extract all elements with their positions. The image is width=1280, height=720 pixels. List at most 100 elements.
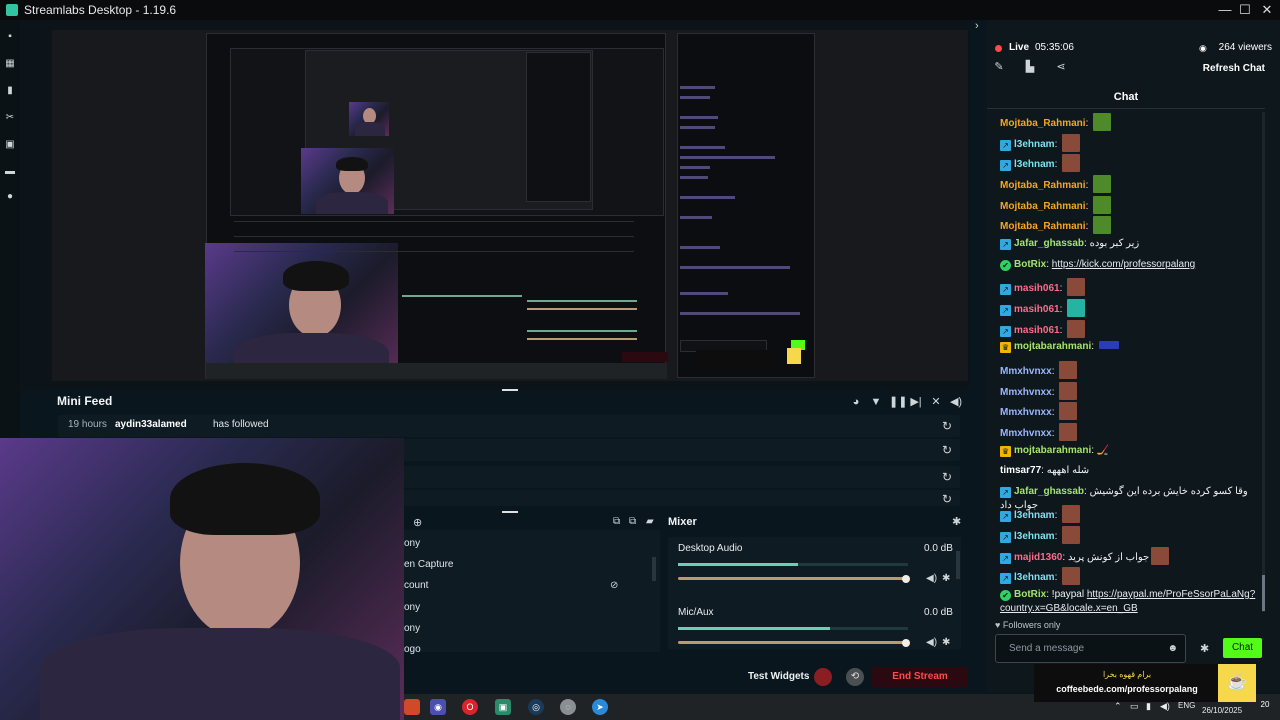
visibility-hidden-icon[interactable]: ⊘ — [610, 580, 618, 591]
input-language[interactable]: ENG — [1178, 701, 1195, 710]
maximize-button[interactable]: ☐ — [1234, 0, 1256, 20]
record-icon[interactable]: ▙ — [1023, 60, 1037, 74]
mixer-settings-icon[interactable]: ✱ — [952, 515, 961, 528]
replay-alert-icon[interactable]: ↻ — [942, 470, 952, 484]
send-chat-button[interactable]: Chat — [1223, 638, 1262, 658]
steam-icon[interactable]: ◎ — [528, 699, 544, 715]
folder-icon[interactable]: ▰ — [646, 516, 654, 527]
chat-settings-icon[interactable]: ✱ — [1200, 642, 1209, 655]
mixer-scrollbar[interactable] — [956, 551, 960, 579]
chat-username[interactable]: mojtabarahmani — [1014, 341, 1091, 352]
rerun-icon[interactable]: ⟲ — [846, 668, 864, 686]
test-widget-button[interactable] — [814, 668, 832, 686]
volume-icon[interactable]: ◀) — [949, 395, 963, 409]
channel-settings-icon[interactable]: ✱ — [942, 573, 950, 584]
highlighter-icon[interactable]: ● — [5, 192, 15, 202]
store-icon[interactable]: ▣ — [5, 140, 15, 150]
channel-volume-slider[interactable] — [678, 577, 908, 580]
chat-username[interactable]: l3ehnam — [1014, 510, 1055, 521]
microphone-icon[interactable]: ▮ — [1146, 701, 1151, 712]
source-item[interactable]: count — [404, 580, 428, 591]
chat-username[interactable]: masih061 — [1014, 325, 1060, 336]
resize-handle-feed[interactable] — [502, 511, 518, 513]
volume-knob[interactable] — [902, 575, 910, 583]
replay-alert-icon[interactable]: ↻ — [942, 492, 952, 506]
studio-icon[interactable]: ▪ — [5, 32, 15, 42]
replay-alert-icon[interactable]: ↻ — [942, 443, 952, 457]
taskbar-date[interactable]: 26/10/2025 — [1202, 706, 1242, 715]
chat-username[interactable]: Mojtaba_Rahmani — [1000, 118, 1086, 129]
layout-icon[interactable]: ▮ — [5, 86, 15, 96]
emoji-icon[interactable]: ☻ — [1167, 643, 1178, 654]
channel-settings-icon[interactable]: ✱ — [942, 637, 950, 648]
chat-username[interactable]: BotRix — [1014, 589, 1046, 600]
refresh-chat-button[interactable]: Refresh Chat — [1203, 63, 1265, 74]
chat-username[interactable]: Mmxhvnxx — [1000, 387, 1052, 398]
chat-username[interactable]: Jafar_ghassab — [1014, 238, 1084, 249]
add-source-icon[interactable]: ⊕ — [413, 516, 425, 529]
chat-input[interactable]: Send a message ☻ — [995, 634, 1186, 663]
stream-preview[interactable] — [52, 30, 968, 381]
source-item[interactable]: ogo — [404, 644, 421, 655]
chat-username[interactable]: masih061 — [1014, 304, 1060, 315]
edit-stream-icon[interactable]: ✎ — [992, 60, 1006, 74]
pie-chart-icon[interactable]: ◕ — [849, 395, 863, 409]
scene-link-icon[interactable]: ⧉ — [629, 516, 636, 527]
taskbar-app-icon[interactable] — [404, 699, 420, 715]
settings-taskbar-icon[interactable]: ◌ — [560, 699, 576, 715]
chat-username[interactable]: majid1360 — [1014, 552, 1062, 563]
event-user[interactable]: aydin33alamed — [115, 419, 187, 430]
chat-username[interactable]: masih061 — [1014, 283, 1060, 294]
close-button[interactable]: ✕ — [1256, 0, 1278, 20]
source-item[interactable]: ony — [404, 538, 420, 549]
volume-knob[interactable] — [902, 639, 910, 647]
skip-icon[interactable]: ▶| — [909, 395, 923, 409]
share-icon[interactable]: ⋖ — [1054, 60, 1068, 74]
tray-chevron-icon[interactable]: ⌃ — [1114, 701, 1122, 712]
mute-icon[interactable]: ◀) — [926, 637, 937, 648]
mute-icon[interactable]: ◀) — [926, 573, 937, 584]
chat-username[interactable]: Mmxhvnxx — [1000, 366, 1052, 377]
minimize-button[interactable]: — — [1214, 0, 1236, 20]
replay-alert-icon[interactable]: ↻ — [942, 419, 952, 433]
sources-scrollbar[interactable] — [652, 557, 656, 581]
chat-username[interactable]: l3ehnam — [1014, 139, 1055, 150]
tools-icon[interactable]: ✂ — [5, 113, 15, 123]
chat-username[interactable]: l3ehnam — [1014, 531, 1055, 542]
chat-link[interactable]: https://kick.com/professorpalang — [1052, 259, 1195, 270]
chat-username[interactable]: Mmxhvnxx — [1000, 407, 1052, 418]
chat-username[interactable]: Jafar_ghassab — [1014, 486, 1084, 497]
chat-username[interactable]: BotRix — [1014, 259, 1046, 270]
scene-transition-icon[interactable]: ⧉ — [613, 516, 620, 527]
resize-handle-preview[interactable] — [502, 389, 518, 391]
collapse-chat-icon[interactable]: › — [975, 20, 983, 36]
chat-scrollbar-thumb[interactable] — [1262, 575, 1265, 611]
chat-username[interactable]: Mojtaba_Rahmani — [1000, 180, 1086, 191]
source-item[interactable]: en Capture — [404, 559, 453, 570]
telegram-icon[interactable]: ➤ — [592, 699, 608, 715]
source-item[interactable]: ony — [404, 623, 420, 634]
chat-username[interactable]: Mojtaba_Rahmani — [1000, 201, 1086, 212]
notification-count[interactable]: 20 — [1256, 700, 1274, 714]
chat-text: !paypal — [1051, 589, 1085, 600]
tray-app-icon[interactable]: ▭ — [1130, 701, 1139, 712]
discord-icon[interactable]: ◉ — [430, 699, 446, 715]
chat-username[interactable]: Mojtaba_Rahmani — [1000, 221, 1086, 232]
source-item[interactable]: ony — [404, 602, 420, 613]
chat-scrollbar-track[interactable] — [1262, 112, 1265, 612]
mute-alerts-icon[interactable]: ✕ — [929, 395, 943, 409]
chat-username[interactable]: l3ehnam — [1014, 572, 1055, 583]
end-stream-button[interactable]: End Stream — [872, 667, 968, 687]
streamlabs-taskbar-icon[interactable]: ▣ — [495, 699, 511, 715]
filter-icon[interactable]: ▼ — [869, 395, 883, 409]
opera-icon[interactable]: O — [462, 699, 478, 715]
chat-username[interactable]: l3ehnam — [1014, 159, 1055, 170]
chat-username[interactable]: timsar77 — [1000, 465, 1041, 476]
volume-tray-icon[interactable]: ◀) — [1160, 701, 1170, 712]
pause-icon[interactable]: ❚❚ — [889, 395, 907, 409]
chat-username[interactable]: mojtabarahmani — [1014, 445, 1091, 456]
themes-icon[interactable]: ▦ — [5, 59, 15, 69]
chat-username[interactable]: Mmxhvnxx — [1000, 428, 1052, 439]
channel-volume-slider[interactable] — [678, 641, 908, 644]
cast-icon[interactable]: ▬ — [5, 167, 15, 177]
